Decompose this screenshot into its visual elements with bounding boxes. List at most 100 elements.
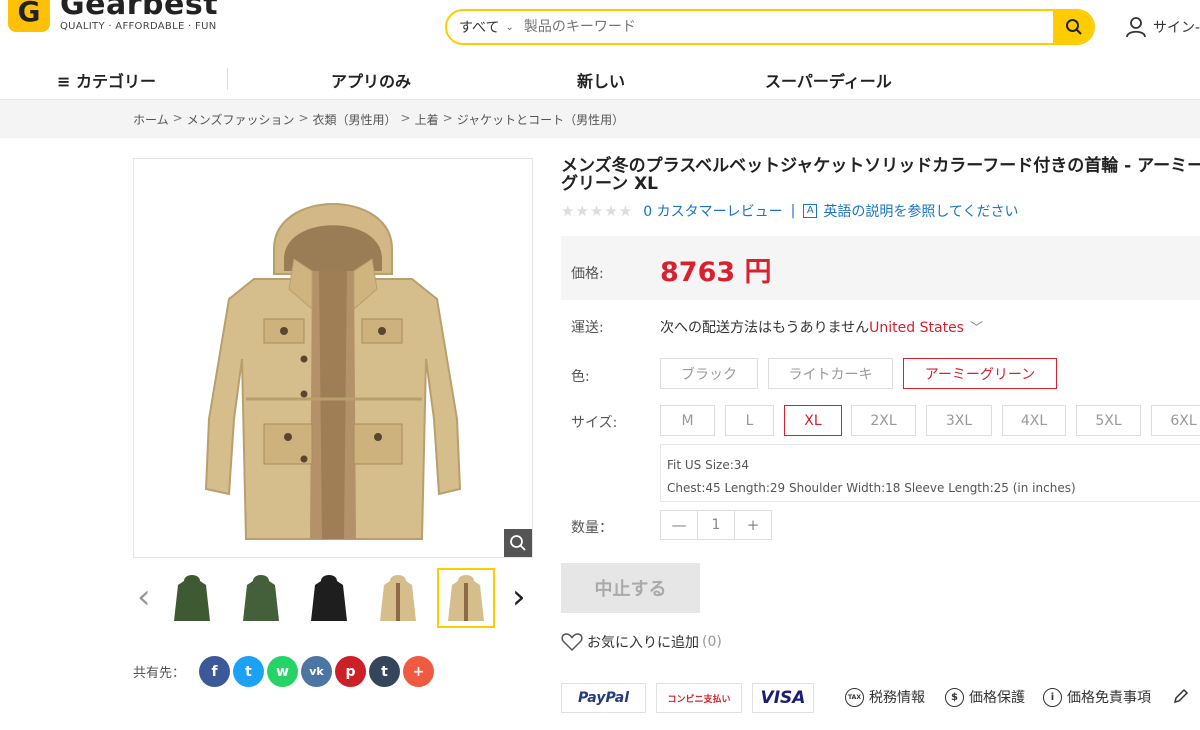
wishlist-count: (0)	[702, 634, 722, 650]
shipping-info[interactable]: 次への配送方法はもうありませんUnited States ﹀	[660, 317, 983, 337]
thumbnail-strip: ‹ ›	[133, 568, 538, 630]
tax-icon: TAX	[845, 687, 864, 707]
size-option-2xl[interactable]: 2XL	[851, 405, 916, 436]
product-title: メンズ冬のプラスベルベットジャケットソリッドカラーフード付きの首輪 - アーミー…	[561, 156, 1200, 194]
price-box: 価格: 8763 円	[561, 236, 1200, 300]
dollar-shield-icon: $	[945, 687, 964, 707]
konbini-badge: コンビニ支払い	[656, 683, 742, 713]
tax-info-label: 税務情報	[869, 690, 925, 706]
size-option-m[interactable]: M	[660, 405, 715, 436]
wishlist-label: お気に入りに追加	[587, 635, 699, 651]
thumbnail-green-1[interactable]	[163, 568, 221, 628]
quantity-stepper: — 1 +	[660, 510, 772, 540]
search-category-select[interactable]: すべて ⌄	[447, 17, 514, 37]
nav-super-deals[interactable]: スーパーディール	[765, 68, 892, 92]
qty-minus-button[interactable]: —	[661, 511, 697, 539]
whatsapp-icon[interactable]: w	[267, 656, 299, 687]
chevron-down-icon: ﹀	[969, 321, 983, 336]
breadcrumb-sep: >	[172, 111, 183, 125]
search-icon	[1066, 19, 1082, 35]
signin-link[interactable]: サイン-	[1125, 16, 1200, 38]
qty-plus-button[interactable]: +	[735, 511, 771, 539]
size-label: サイズ:	[571, 415, 618, 431]
zoom-button[interactable]	[504, 529, 532, 557]
breadcrumb-sep: >	[400, 111, 411, 125]
color-option-light-khaki[interactable]: ライトカーキ	[768, 358, 893, 389]
price-protection-label: 価格保護	[969, 690, 1025, 706]
heart-icon	[561, 633, 583, 652]
jacket-image	[204, 203, 462, 540]
edit-icon[interactable]	[1172, 687, 1190, 705]
breadcrumb-mens-fashion[interactable]: メンズファッション	[187, 111, 295, 128]
price-label: 価格:	[571, 266, 604, 282]
size-option-l[interactable]: L	[725, 405, 774, 436]
visa-logo: VISA	[760, 688, 806, 708]
more-share-icon[interactable]: +	[403, 656, 435, 687]
konbini-logo: コンビニ支払い	[667, 694, 731, 705]
visa-badge: VISA	[752, 683, 814, 713]
share-row: 共有先： f t w vk p t +	[133, 656, 437, 687]
discontinued-button[interactable]: 中止する	[561, 563, 700, 613]
size-option-xl[interactable]: XL	[784, 405, 842, 436]
color-option-black[interactable]: ブラック	[660, 358, 758, 389]
size-option-4xl[interactable]: 4XL	[1002, 405, 1066, 436]
vk-icon[interactable]: vk	[301, 656, 333, 687]
tumblr-icon[interactable]: t	[369, 656, 401, 687]
paypal-logo: PayPal	[577, 690, 630, 706]
size-info-box: Fit US Size:34 Chest:45 Length:29 Should…	[660, 444, 1200, 502]
color-option-army-green[interactable]: アーミーグリーン	[903, 358, 1057, 389]
thumb-prev-arrow-icon[interactable]: ‹	[137, 580, 151, 614]
shipping-country: United States	[869, 320, 964, 336]
signin-label: サイン-	[1153, 20, 1200, 36]
share-label: 共有先：	[133, 666, 186, 681]
shipping-label: 運送:	[571, 320, 604, 336]
search-button[interactable]	[1053, 11, 1093, 43]
qty-input[interactable]: 1	[697, 511, 735, 539]
search-input[interactable]	[523, 12, 1053, 42]
pencil-icon	[1173, 688, 1189, 704]
nav-app-only[interactable]: アプリのみ	[331, 68, 411, 92]
breadcrumb-home[interactable]: ホーム	[133, 111, 169, 128]
nav-categories[interactable]: ≡ カテゴリー	[57, 68, 156, 92]
thumb-next-arrow-icon[interactable]: ›	[512, 580, 526, 614]
english-description-link[interactable]: 英語の説明を参照してください	[823, 201, 1018, 221]
price-disclaimer-label: 価格免責事項	[1067, 690, 1151, 706]
site-header: G Gearbest QUALITY · AFFORDABLE · FUN すべ…	[0, 0, 1200, 56]
thumbnail-khaki-2-selected[interactable]	[437, 568, 495, 628]
tax-info-link[interactable]: TAX 税務情報	[845, 687, 925, 707]
price-disclaimer-link[interactable]: i 価格免責事項	[1043, 687, 1151, 707]
nav-new[interactable]: 新しい	[577, 68, 625, 92]
quantity-label: 数量：	[571, 520, 613, 536]
breadcrumb-outerwear[interactable]: 上着	[415, 111, 439, 128]
twitter-icon[interactable]: t	[233, 656, 265, 687]
color-label: 色:	[571, 369, 590, 385]
pinterest-icon[interactable]: p	[335, 656, 367, 687]
logo-mark: G	[8, 0, 50, 32]
review-count-link[interactable]: 0 カスタマーレビュー	[643, 201, 782, 221]
gearbest-logo[interactable]: G Gearbest QUALITY · AFFORDABLE · FUN	[8, 0, 218, 32]
nav-divider	[227, 68, 228, 90]
add-to-wishlist[interactable]: お気に入りに追加 (0)	[561, 632, 722, 652]
search-category-label: すべて	[459, 20, 500, 36]
logo-name: Gearbest	[60, 0, 219, 22]
thumbnail-green-2[interactable]	[232, 568, 290, 628]
search-bar: すべて ⌄	[445, 9, 1095, 45]
measurements: Chest:45 Length:29 Shoulder Width:18 Sle…	[667, 481, 1076, 495]
product-main-image[interactable]	[133, 158, 533, 558]
size-option-5xl[interactable]: 5XL	[1076, 405, 1141, 436]
breadcrumb-mens-clothing[interactable]: 衣類（男性用）	[313, 111, 397, 128]
info-icon: i	[1043, 687, 1062, 707]
document-icon: A	[803, 204, 818, 218]
price-value: 8763 円	[660, 257, 772, 288]
breadcrumb-sep: >	[442, 111, 453, 125]
logo-wordmark: Gearbest QUALITY · AFFORDABLE · FUN	[60, 0, 218, 32]
thumbnail-black[interactable]	[300, 568, 358, 628]
breadcrumb-jackets[interactable]: ジャケットとコート（男性用）	[457, 111, 624, 128]
paypal-badge: PayPal	[561, 683, 646, 713]
thumbnail-khaki-1[interactable]	[369, 568, 427, 628]
size-option-6xl[interactable]: 6XL	[1151, 405, 1200, 436]
price-protection-link[interactable]: $ 価格保護	[945, 687, 1025, 707]
magnifier-icon	[510, 535, 526, 551]
facebook-icon[interactable]: f	[199, 656, 231, 687]
size-option-3xl[interactable]: 3XL	[926, 405, 992, 436]
